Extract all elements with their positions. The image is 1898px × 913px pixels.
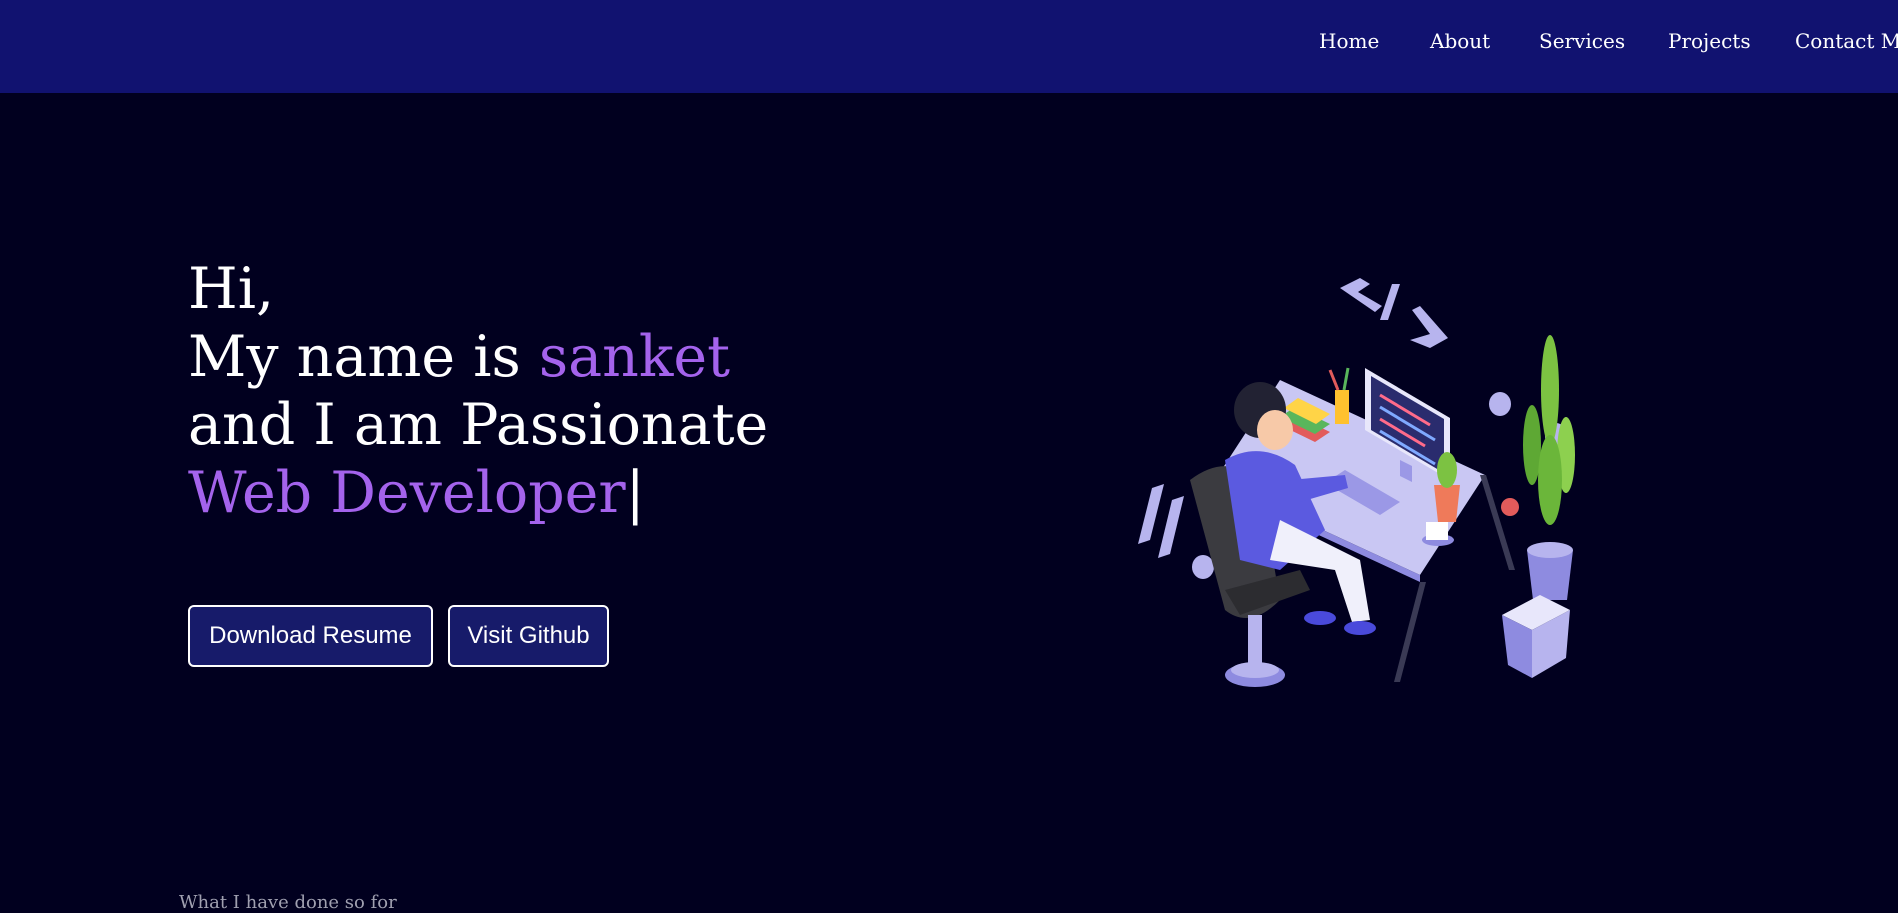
headphones-icon <box>1501 498 1519 516</box>
hero-name-line: My name is sanket <box>188 323 768 391</box>
plant-icon <box>1523 335 1575 600</box>
hero-name: sanket <box>538 324 731 390</box>
typing-cursor: | <box>625 460 645 526</box>
section-caption: What I have done so for <box>179 892 397 913</box>
nav-link-contact[interactable]: Contact Me <box>1795 29 1898 53</box>
hero-greeting: Hi, <box>188 256 275 322</box>
code-brackets-icon <box>1340 278 1448 348</box>
developer-at-desk-illustration <box>1138 278 1575 687</box>
hero-role: Web Developer <box>188 460 626 526</box>
hero-name-prefix: My name is <box>188 324 539 390</box>
navbar: Home About Services Projects Contact Me <box>0 0 1898 93</box>
download-resume-button[interactable]: Download Resume <box>188 605 433 667</box>
nav-link-projects[interactable]: Projects <box>1668 29 1751 53</box>
hero-heading: Hi, My name is sanket and I am Passionat… <box>188 255 768 527</box>
nav-link-home[interactable]: Home <box>1319 29 1379 53</box>
hero-passion-line: and I am Passionate <box>188 392 769 458</box>
hero-role-line: Web Developer| <box>188 459 768 527</box>
nav-link-services[interactable]: Services <box>1539 29 1625 53</box>
visit-github-button[interactable]: Visit Github <box>448 605 609 667</box>
trash-bin-icon <box>1502 595 1570 678</box>
nav-link-about[interactable]: About <box>1430 29 1490 53</box>
